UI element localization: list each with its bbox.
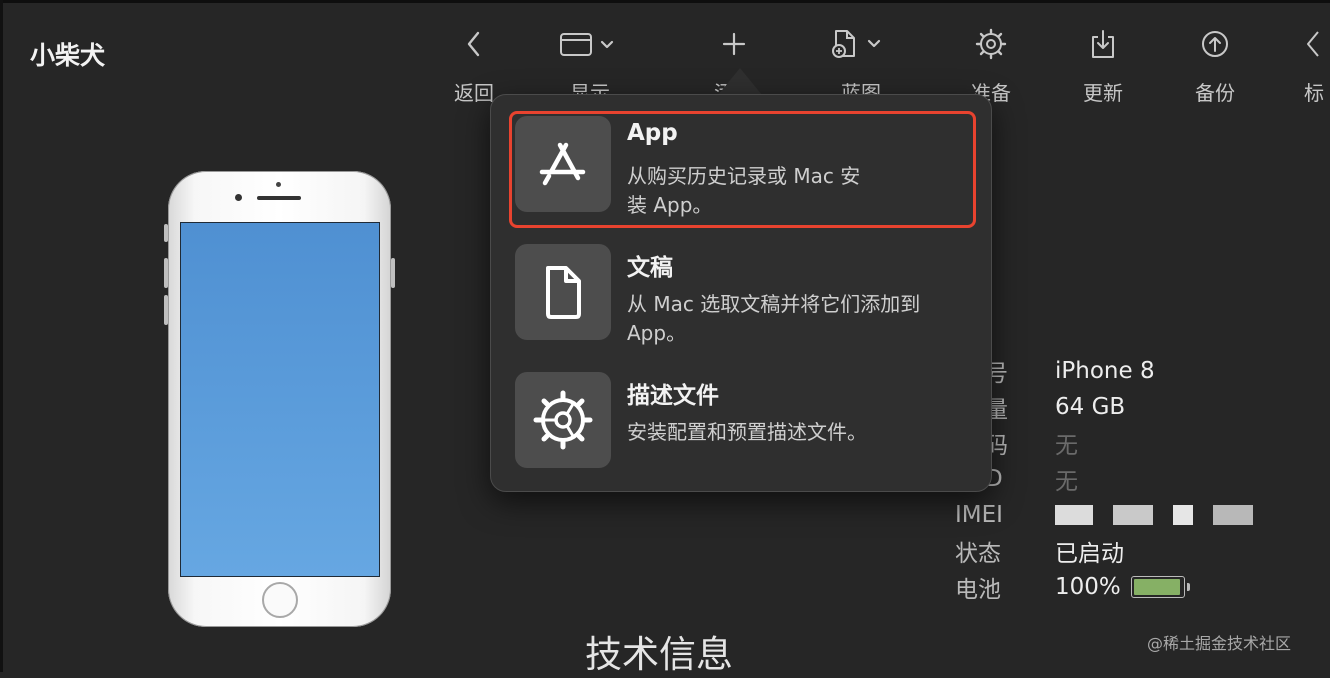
profile-gear-icon [515,372,611,468]
window-icon [559,26,621,62]
download-icon [1089,26,1117,62]
update-label: 更新 [1083,81,1123,105]
add-menu-item-profile[interactable]: 描述文件 安装配置和预置描述文件。 [515,372,971,468]
phone-sensor [276,182,281,187]
back-label: 返回 [454,81,494,105]
add-menu-item-profile-desc: 安装配置和预置描述文件。 [627,420,867,444]
window-left-edge [0,0,3,672]
tag-icon [1304,26,1330,62]
battery-icon [1130,576,1190,598]
capacity-value: 64 GB [1055,394,1126,420]
app-item-highlight-box [509,111,976,228]
window-top-edge [0,0,1330,3]
phone-screen [180,222,380,577]
status-label: 状态 [955,541,1001,567]
code-value: 无 [1055,433,1078,459]
info-row-imei: IMEI [955,498,1253,532]
tag-button[interactable]: 标 [1280,26,1330,106]
add-menu-item-document-desc: 从 Mac 选取文稿并将它们添加到 App。 [627,292,921,345]
backup-button[interactable]: 备份 [1167,26,1263,106]
update-button[interactable]: 更新 [1055,26,1151,106]
id-value: 无 [1055,469,1078,495]
add-menu-item-profile-title: 描述文件 [627,383,719,409]
add-menu-item-document[interactable]: 文稿 从 Mac 选取文稿并将它们添加到 App。 [515,244,971,345]
device-name: 小柴犬 [30,41,106,70]
info-row-battery: 电池 100% [955,570,1190,604]
document-icon [515,244,611,340]
model-value: iPhone 8 [1055,358,1155,384]
battery-level-fill [1133,579,1180,595]
battery-value: 100% [1055,574,1121,600]
backup-label: 备份 [1195,81,1235,105]
popover-arrow [718,68,762,95]
phone-speaker [257,196,301,200]
phone-home-button [262,582,298,618]
tag-label: 标 [1304,81,1324,105]
phone-camera [235,194,242,201]
watermark: @稀土掘金技术社区 [1147,634,1292,653]
power-button [391,258,395,288]
iphone-illustration [168,171,391,627]
gear-icon [975,26,1007,62]
chevron-left-icon [464,26,484,62]
upload-icon [1199,26,1231,62]
add-menu-item-document-title: 文稿 [627,255,673,281]
blueprint-icon [830,26,892,62]
info-row-status: 状态 已启动 [955,534,1124,568]
plus-icon [719,26,749,62]
status-value: 已启动 [1055,541,1124,567]
tech-info-heading: 技术信息 [585,633,733,676]
battery-label: 电池 [955,577,1001,603]
imei-label: IMEI [955,502,1003,528]
imei-value-redacted [1055,505,1253,525]
